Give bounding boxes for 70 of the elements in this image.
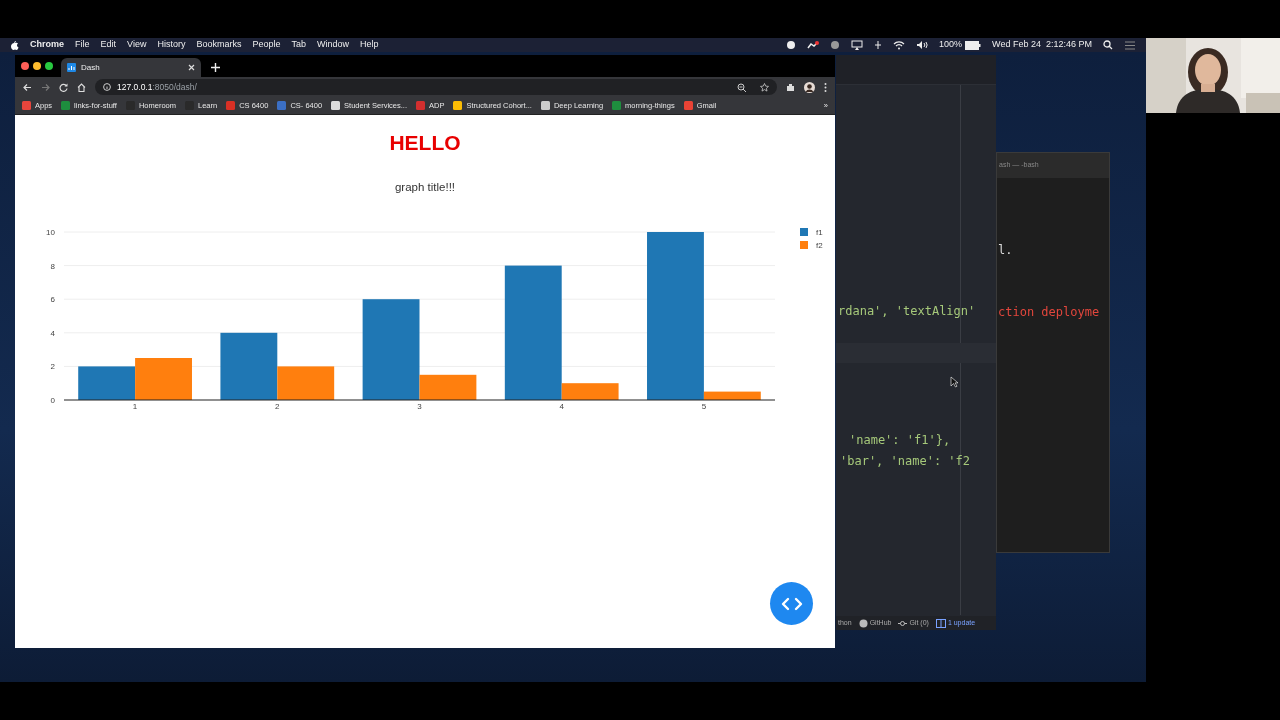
axis-tick-label: 4 [50,329,55,338]
menu-item[interactable]: Help [360,38,379,52]
url-text: 127.0.0.1:8050/dash/ [117,80,197,94]
battery-text: 100% [939,38,963,52]
chart-title: graph title!!! [394,181,456,194]
info-icon[interactable] [103,83,111,91]
battery-icon [965,40,982,50]
address-field[interactable]: 127.0.0.1:8050/dash/ [95,79,777,95]
menu-item[interactable]: File [75,38,90,52]
menu-icon[interactable] [824,82,827,92]
legend-swatch [800,241,808,250]
menu-item[interactable]: View [127,38,147,52]
star-icon[interactable] [760,82,769,92]
terminal-line: l. [998,242,1013,259]
airplay-icon[interactable] [851,40,864,50]
apple-icon[interactable] [10,40,19,50]
menu-item[interactable]: History [157,38,186,52]
bookmark-favicon-icon[interactable] [331,101,341,110]
chart-icon [67,63,76,72]
status-icon[interactable] [786,40,797,50]
axis-tick-label: 0 [50,396,55,406]
cursor-icon [950,376,959,388]
wifi-icon[interactable] [893,40,906,50]
axis-tick-label: 3 [417,402,422,412]
terminal-line: ction deployme [998,304,1100,321]
clock-text[interactable]: Wed Feb 24 2:12:46 PM [992,38,1092,52]
search-icon[interactable] [1103,40,1113,50]
volume-icon[interactable] [916,40,929,50]
menu-item[interactable]: Edit [100,38,117,52]
page-heading: HELLO [389,130,461,156]
avatar-icon[interactable] [804,81,815,93]
debug-menu-button[interactable] [770,582,813,625]
menu-item[interactable]: Tab [291,38,306,52]
axis-tick-label: 6 [50,295,55,305]
axis-tick-label: 10 [46,228,55,238]
legend-label[interactable]: f1 [816,228,823,238]
axis-tick-label: 2 [50,362,55,372]
reload-icon[interactable] [59,82,68,92]
home-icon[interactable] [77,82,86,92]
status-icon[interactable] [874,40,883,50]
forward-icon[interactable] [41,82,50,92]
menu-item[interactable]: Bookmarks [196,38,242,52]
zoom-icon[interactable] [737,82,746,92]
app-menu[interactable]: Chrome [30,38,64,52]
back-icon[interactable] [23,82,32,92]
axis-tick-label: 1 [132,402,138,412]
code-brackets-icon [780,596,803,611]
legend-label[interactable]: f2 [816,241,823,251]
legend-swatch [800,228,808,237]
menu-item[interactable]: People [252,38,281,52]
axis-tick-label: 2 [275,402,280,412]
bar [78,366,136,401]
bookmark-favicon-icon[interactable] [453,101,463,110]
status-icon[interactable] [807,40,820,50]
menu-item[interactable]: Window [317,38,349,52]
browser-tab[interactable]: Dash [61,58,201,77]
new-tab-icon[interactable] [211,63,220,72]
bar [135,358,192,401]
axis-tick-label: 5 [701,402,707,412]
close-icon[interactable] [188,64,195,71]
code-line: 'name': 'f1'}, [849,432,951,449]
book-icon[interactable] [935,618,946,628]
axis-tick-label: 8 [50,261,55,271]
tab-title: Dash [81,61,101,74]
code-line: 'bar', 'name': 'f2 [840,453,971,470]
list-icon[interactable] [1124,40,1136,50]
code-line: rdana', 'textAlign' [838,303,976,320]
bookmark-favicon-icon[interactable] [540,101,550,110]
commit-icon[interactable] [898,618,908,628]
axis-tick-label: 4 [559,402,564,412]
